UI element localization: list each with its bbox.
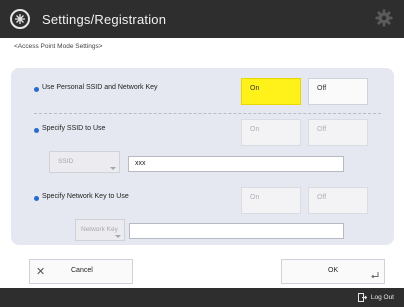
bullet-icon [34,196,39,201]
ssid-select-label: SSID [58,158,74,165]
ok-button[interactable]: OK [281,259,385,284]
dropdown-arrow-icon [115,235,121,238]
personal-ssid-on-button[interactable]: On [241,78,301,105]
dropdown-arrow-icon [110,167,116,170]
on-label: On [250,85,260,92]
ssid-input[interactable]: xxx [128,156,344,172]
status-bar: Log Out [0,288,404,307]
specify-network-key-label: Specify Network Key to Use [42,193,129,200]
header-bar: Settings/Registration [0,0,404,38]
cancel-label: Cancel [71,267,93,274]
breadcrumb: <Access Point Mode Settings> [14,43,103,50]
gear-icon[interactable] [374,8,394,28]
divider [34,113,381,114]
off-label: Off [317,126,327,133]
logout-button[interactable]: Log Out [357,291,394,304]
specify-network-key-off-button[interactable]: Off [308,187,368,214]
personal-ssid-label: Use Personal SSID and Network Key [42,84,158,91]
cancel-button[interactable]: ✕ Cancel [29,259,133,284]
network-key-input[interactable] [129,223,344,239]
page-title: Settings/Registration [42,12,167,27]
ok-label: OK [328,267,339,274]
specify-ssid-off-button[interactable]: Off [308,119,368,146]
on-label: On [250,126,260,133]
personal-ssid-off-button[interactable]: Off [308,78,368,105]
network-key-select-label: Network Key [81,226,118,233]
bullet-icon [34,87,39,92]
network-key-select[interactable]: Network Key [75,219,125,241]
specify-network-key-on-button[interactable]: On [241,187,301,214]
bullet-icon [34,128,39,133]
close-icon: ✕ [36,266,46,278]
ssid-select[interactable]: SSID [49,151,120,173]
ssid-value: xxx [135,160,146,167]
enter-icon [371,272,379,279]
specify-ssid-label: Specify SSID to Use [42,125,106,132]
logout-label: Log Out [370,294,394,301]
off-label: Off [317,85,327,92]
on-label: On [250,194,260,201]
off-label: Off [317,194,327,201]
specify-ssid-on-button[interactable]: On [241,119,301,146]
settings-panel: Use Personal SSID and Network Key On Off… [11,68,394,245]
logout-icon [357,293,367,302]
logo-icon [10,9,30,29]
